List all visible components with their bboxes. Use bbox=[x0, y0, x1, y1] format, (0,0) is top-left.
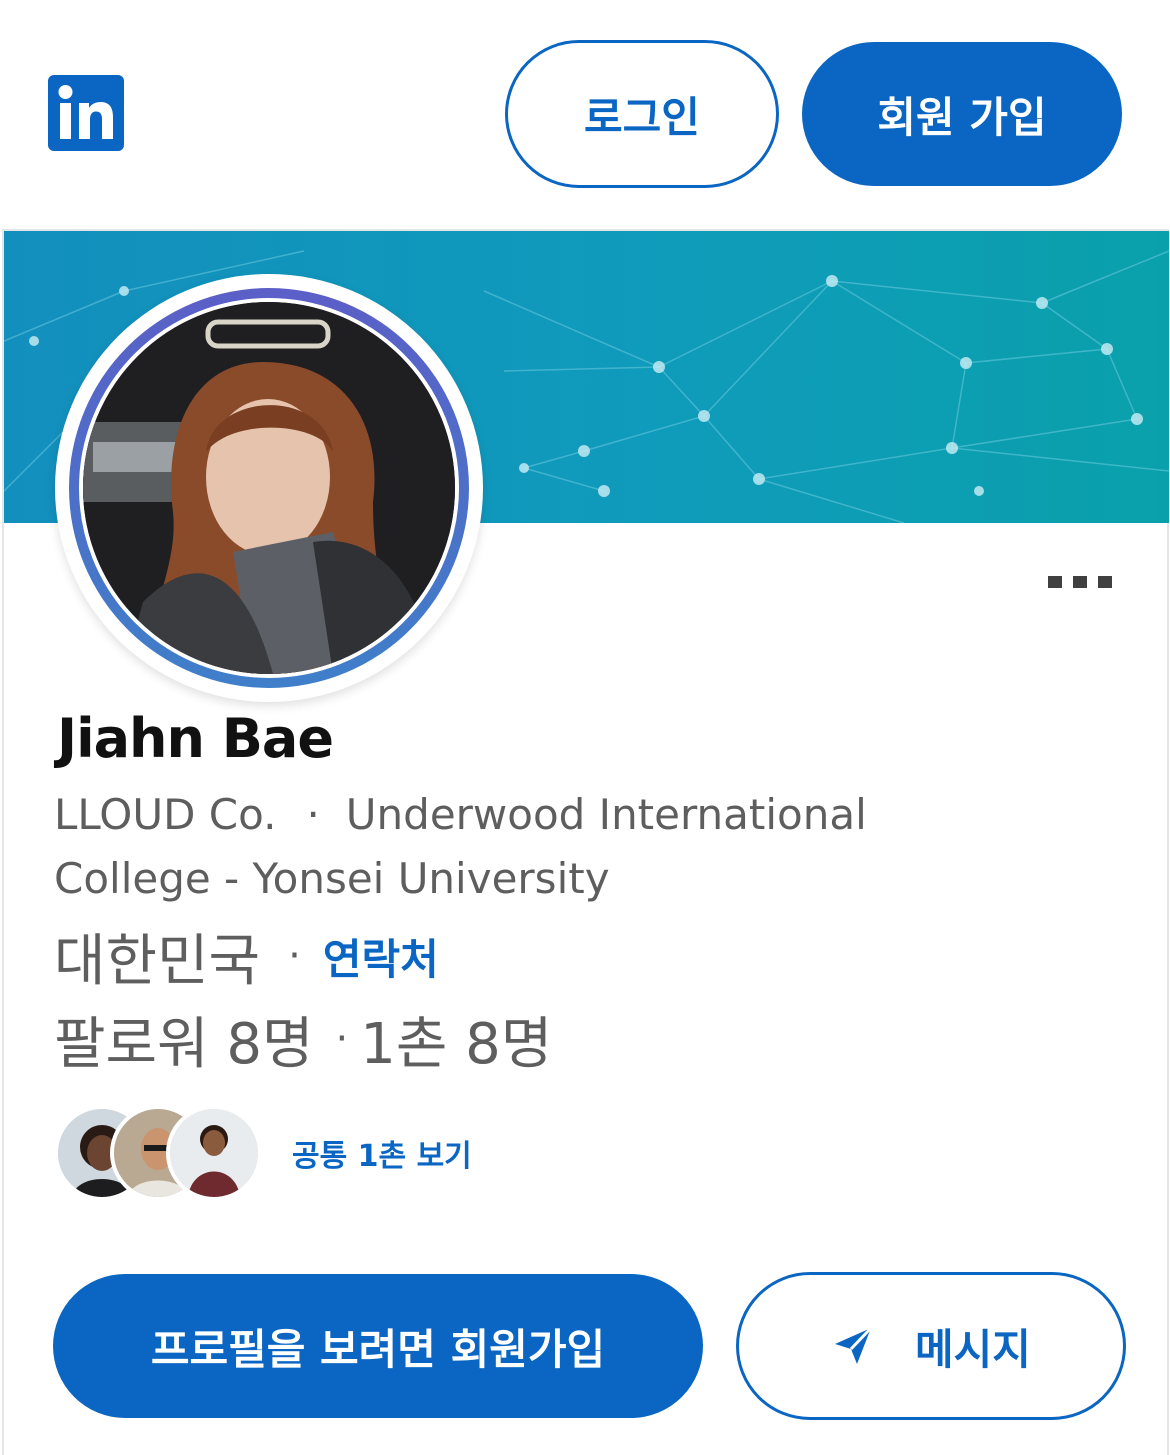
dot bbox=[1098, 576, 1112, 588]
mutual-connections[interactable]: 공통 1촌 보기 bbox=[54, 1103, 472, 1203]
message-label: 메시지 bbox=[915, 1324, 1031, 1374]
mutual-avatar bbox=[166, 1105, 262, 1201]
profile-name: Jiahn Bae bbox=[57, 707, 334, 770]
linkedin-logo-icon[interactable] bbox=[48, 75, 124, 151]
dot bbox=[1073, 576, 1087, 588]
location-separator: · bbox=[288, 933, 301, 979]
signup-to-view-profile-button[interactable]: 프로필을 보려면 회원가입 bbox=[53, 1274, 703, 1418]
followers-row: 팔로워 8명 · 1촌 8명 bbox=[54, 1003, 552, 1077]
headline-separator: · bbox=[306, 790, 320, 839]
more-options-icon[interactable] bbox=[1048, 574, 1114, 590]
dot bbox=[1048, 576, 1062, 588]
avatar-ring bbox=[69, 288, 469, 688]
contact-info-link[interactable]: 연락처 bbox=[323, 926, 439, 987]
followers-separator: · bbox=[335, 1016, 349, 1062]
profile-location: 대한민국 bbox=[54, 928, 261, 994]
followers-count: 팔로워 8명 bbox=[54, 1011, 314, 1077]
send-icon bbox=[835, 1326, 873, 1364]
connections-count: 1촌 8명 bbox=[360, 1011, 553, 1077]
profile-headline: LLOUD Co. · Underwood International Colleg… bbox=[54, 783, 1014, 911]
join-button[interactable]: 회원 가입 bbox=[802, 42, 1122, 186]
top-header: 로그인 회원 가입 bbox=[0, 0, 1170, 228]
profile-photo bbox=[79, 298, 459, 678]
profile-card: Jiahn Bae LLOUD Co. · Underwood Internatio… bbox=[2, 229, 1169, 1455]
headline-company: LLOUD Co. bbox=[54, 790, 277, 839]
view-mutual-connections-link[interactable]: 공통 1촌 보기 bbox=[292, 1131, 472, 1175]
location-row: 대한민국 · 연락처 bbox=[54, 921, 439, 994]
message-button[interactable]: 메시지 bbox=[736, 1272, 1126, 1420]
login-button[interactable]: 로그인 bbox=[505, 40, 779, 188]
profile-avatar[interactable] bbox=[55, 274, 483, 702]
